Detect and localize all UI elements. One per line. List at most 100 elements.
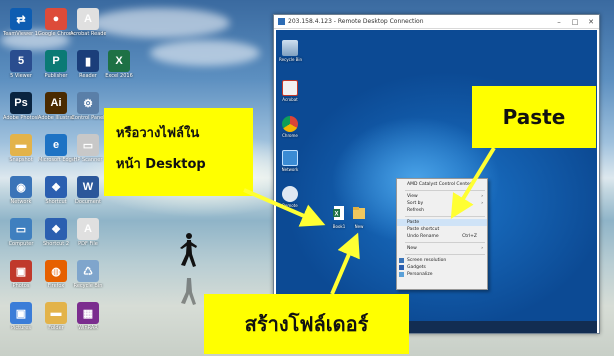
teamviewer-icon	[282, 186, 298, 202]
folder-icon	[353, 207, 365, 219]
paste-callout: Paste	[472, 86, 596, 148]
desktop-icon-word[interactable]: W Document	[70, 176, 106, 205]
desktop-icon-label: Excel 2016	[105, 73, 133, 79]
desktop-icon-network[interactable]: ◉ Network	[3, 176, 39, 205]
desktop-icon-label: Publisher	[44, 73, 68, 79]
menu-item-label: Undo Rename	[407, 234, 439, 239]
menu-item-refresh[interactable]: Refresh	[397, 207, 487, 214]
chrome-icon	[282, 116, 298, 132]
menu-item-paste-shortcut[interactable]: Paste shortcut	[397, 226, 487, 233]
maximize-button[interactable]: □	[567, 18, 583, 26]
desktop-icon-app-blue-2[interactable]: ❖ Shortcut 2	[38, 218, 74, 247]
menu-item-new[interactable]: New ›	[397, 245, 487, 252]
menu-item-label: Gadgets	[407, 265, 426, 270]
app-blue-icon: ❖	[45, 176, 67, 198]
remote-desktop-icon	[278, 18, 285, 25]
create-folder-callout: สร้างโฟล์เดอร์	[204, 294, 409, 354]
remote-teamviewer-icon[interactable]: Remote	[279, 186, 301, 208]
menu-item-personalize[interactable]: Personalize	[397, 271, 487, 278]
desktop-icon-label: HP Scanner	[73, 157, 103, 163]
desktop-icon-label: Recycle Bin	[73, 283, 103, 289]
network-icon: ◉	[10, 176, 32, 198]
cloud	[90, 8, 230, 38]
desktop-icon-illustrator[interactable]: AiAdobe Illustrator	[38, 92, 74, 121]
remote-network-icon[interactable]: Network	[279, 150, 301, 172]
desktop-icon-label: 5 Viewer	[10, 73, 32, 79]
menu-item-view[interactable]: View ›	[397, 193, 487, 200]
desktop-icon-acrobat[interactable]: A Acrobat Reader	[70, 8, 106, 37]
submenu-arrow-icon: ›	[481, 246, 483, 251]
desktop-icon-label: Shortcut 2	[42, 241, 70, 247]
menu-item-label: Paste shortcut	[407, 227, 440, 232]
publisher-icon: P	[45, 50, 67, 72]
desktop-icon-label: WinRAR	[78, 325, 98, 331]
window-titlebar[interactable]: 203.158.4.123 - Remote Desktop Connectio…	[274, 15, 599, 29]
menu-item-undo-rename[interactable]: Undo Rename Ctrl+Z	[397, 233, 487, 240]
desktop-icon-control-panel[interactable]: ⚙ Control Panel	[70, 92, 106, 121]
desktop-icon-monitor[interactable]: ▭ Computer	[3, 218, 39, 247]
photoshop-icon: Ps	[10, 92, 32, 114]
firefox-icon: ◍	[45, 260, 67, 282]
chrome-icon: ●	[45, 8, 67, 30]
window-title: 203.158.4.123 - Remote Desktop Connectio…	[288, 18, 424, 25]
cloud	[150, 40, 260, 66]
desktop-icon-excel[interactable]: X Excel 2016	[101, 50, 137, 79]
desktop-icon-pictures[interactable]: ▣ Pictures	[3, 302, 39, 331]
remote-chrome-icon[interactable]: Chrome	[279, 116, 301, 138]
desktop-icon-label: Adobe Photoshop	[3, 115, 39, 121]
excel-file-icon[interactable]: X Book1	[330, 205, 348, 229]
desktop-icon-label: Network	[10, 199, 32, 205]
desktop-icon-folder2[interactable]: ▬ Folder	[38, 302, 74, 331]
desktop-icon-edge[interactable]: e Microsoft Edge	[38, 134, 74, 163]
new-folder-icon[interactable]: New	[350, 205, 368, 229]
submenu-arrow-icon: ›	[481, 194, 483, 199]
desktop-icon-label: Shortcut	[45, 199, 67, 205]
desktop-icon-teamviewer[interactable]: ⇄ TeamViewer 12	[3, 8, 39, 37]
pictures-icon: ▣	[10, 302, 32, 324]
desktop-icon-folder1[interactable]: ▬ Snapshot	[3, 134, 39, 163]
desktop-icon-photos[interactable]: ▣ Photos	[3, 260, 39, 289]
drop-hint-callout: หรือวางไฟล์ใน หน้า Desktop	[104, 108, 253, 196]
menu-item-gadgets[interactable]: Gadgets	[397, 264, 487, 271]
menu-item-amd-catalyst-control-center[interactable]: AMD Catalyst Control Center	[397, 181, 487, 188]
excel-icon: X	[333, 206, 344, 220]
remote-acrobat-icon[interactable]: Acrobat	[279, 80, 301, 102]
remote-recycle-bin-icon[interactable]: Recycle Bin	[279, 40, 302, 62]
excel-icon: X	[108, 50, 130, 72]
desktop-icon-photoshop[interactable]: PsAdobe Photoshop	[3, 92, 39, 121]
menu-item-sort-by[interactable]: Sort by ›	[397, 200, 487, 207]
monitor-icon: ▭	[10, 218, 32, 240]
menu-item-label: Sort by	[407, 201, 424, 206]
menu-item-label: Personalize	[407, 272, 433, 277]
menu-item-screen-resolution[interactable]: Screen resolution	[397, 257, 487, 264]
folder-label: New	[354, 224, 364, 229]
desktop-icon-winrar[interactable]: ▦ WinRAR	[70, 302, 106, 331]
minimize-button[interactable]: –	[551, 18, 567, 26]
word-icon: W	[77, 176, 99, 198]
context-menu[interactable]: AMD Catalyst Control Center View › Sort by ›…	[396, 178, 488, 290]
desktop-icon-label: Folder	[48, 325, 64, 331]
desktop-icon-label: Document	[75, 199, 101, 205]
desktop-icon-app5[interactable]: 55 Viewer	[3, 50, 39, 79]
desktop-icon-firefox[interactable]: ◍ Firefox	[38, 260, 74, 289]
desktop-icon-recycle[interactable]: ♺ Recycle Bin	[70, 260, 106, 289]
desktop-icon-publisher[interactable]: P Publisher	[38, 50, 74, 79]
desktop-icon-pdf2[interactable]: A PDF File	[70, 218, 106, 247]
file-label: Book1	[332, 224, 346, 229]
desktop-icon-chrome[interactable]: ● Google Chrome	[38, 8, 74, 37]
menu-item-paste[interactable]: Paste	[397, 219, 487, 226]
recycle-icon: ♺	[77, 260, 99, 282]
close-button[interactable]: ✕	[583, 18, 599, 26]
desktop-icon-label: Pictures	[11, 325, 31, 331]
svg-text:X: X	[334, 212, 338, 218]
icon-label: Chrome	[282, 133, 298, 138]
desktop-icon-printer[interactable]: ▭ HP Scanner	[70, 134, 106, 163]
menu-separator	[405, 216, 485, 217]
desktop-icon-label: Photos	[12, 283, 30, 289]
drop-hint-line1: หรือวางไฟล์ใน	[116, 126, 200, 141]
menu-item-label: Paste	[407, 220, 420, 225]
menu-item-label: AMD Catalyst Control Center	[407, 182, 472, 187]
desktop-icon-app-blue[interactable]: ❖ Shortcut	[38, 176, 74, 205]
recycle-bin-icon	[282, 40, 298, 56]
icon-label: Network	[281, 167, 299, 172]
